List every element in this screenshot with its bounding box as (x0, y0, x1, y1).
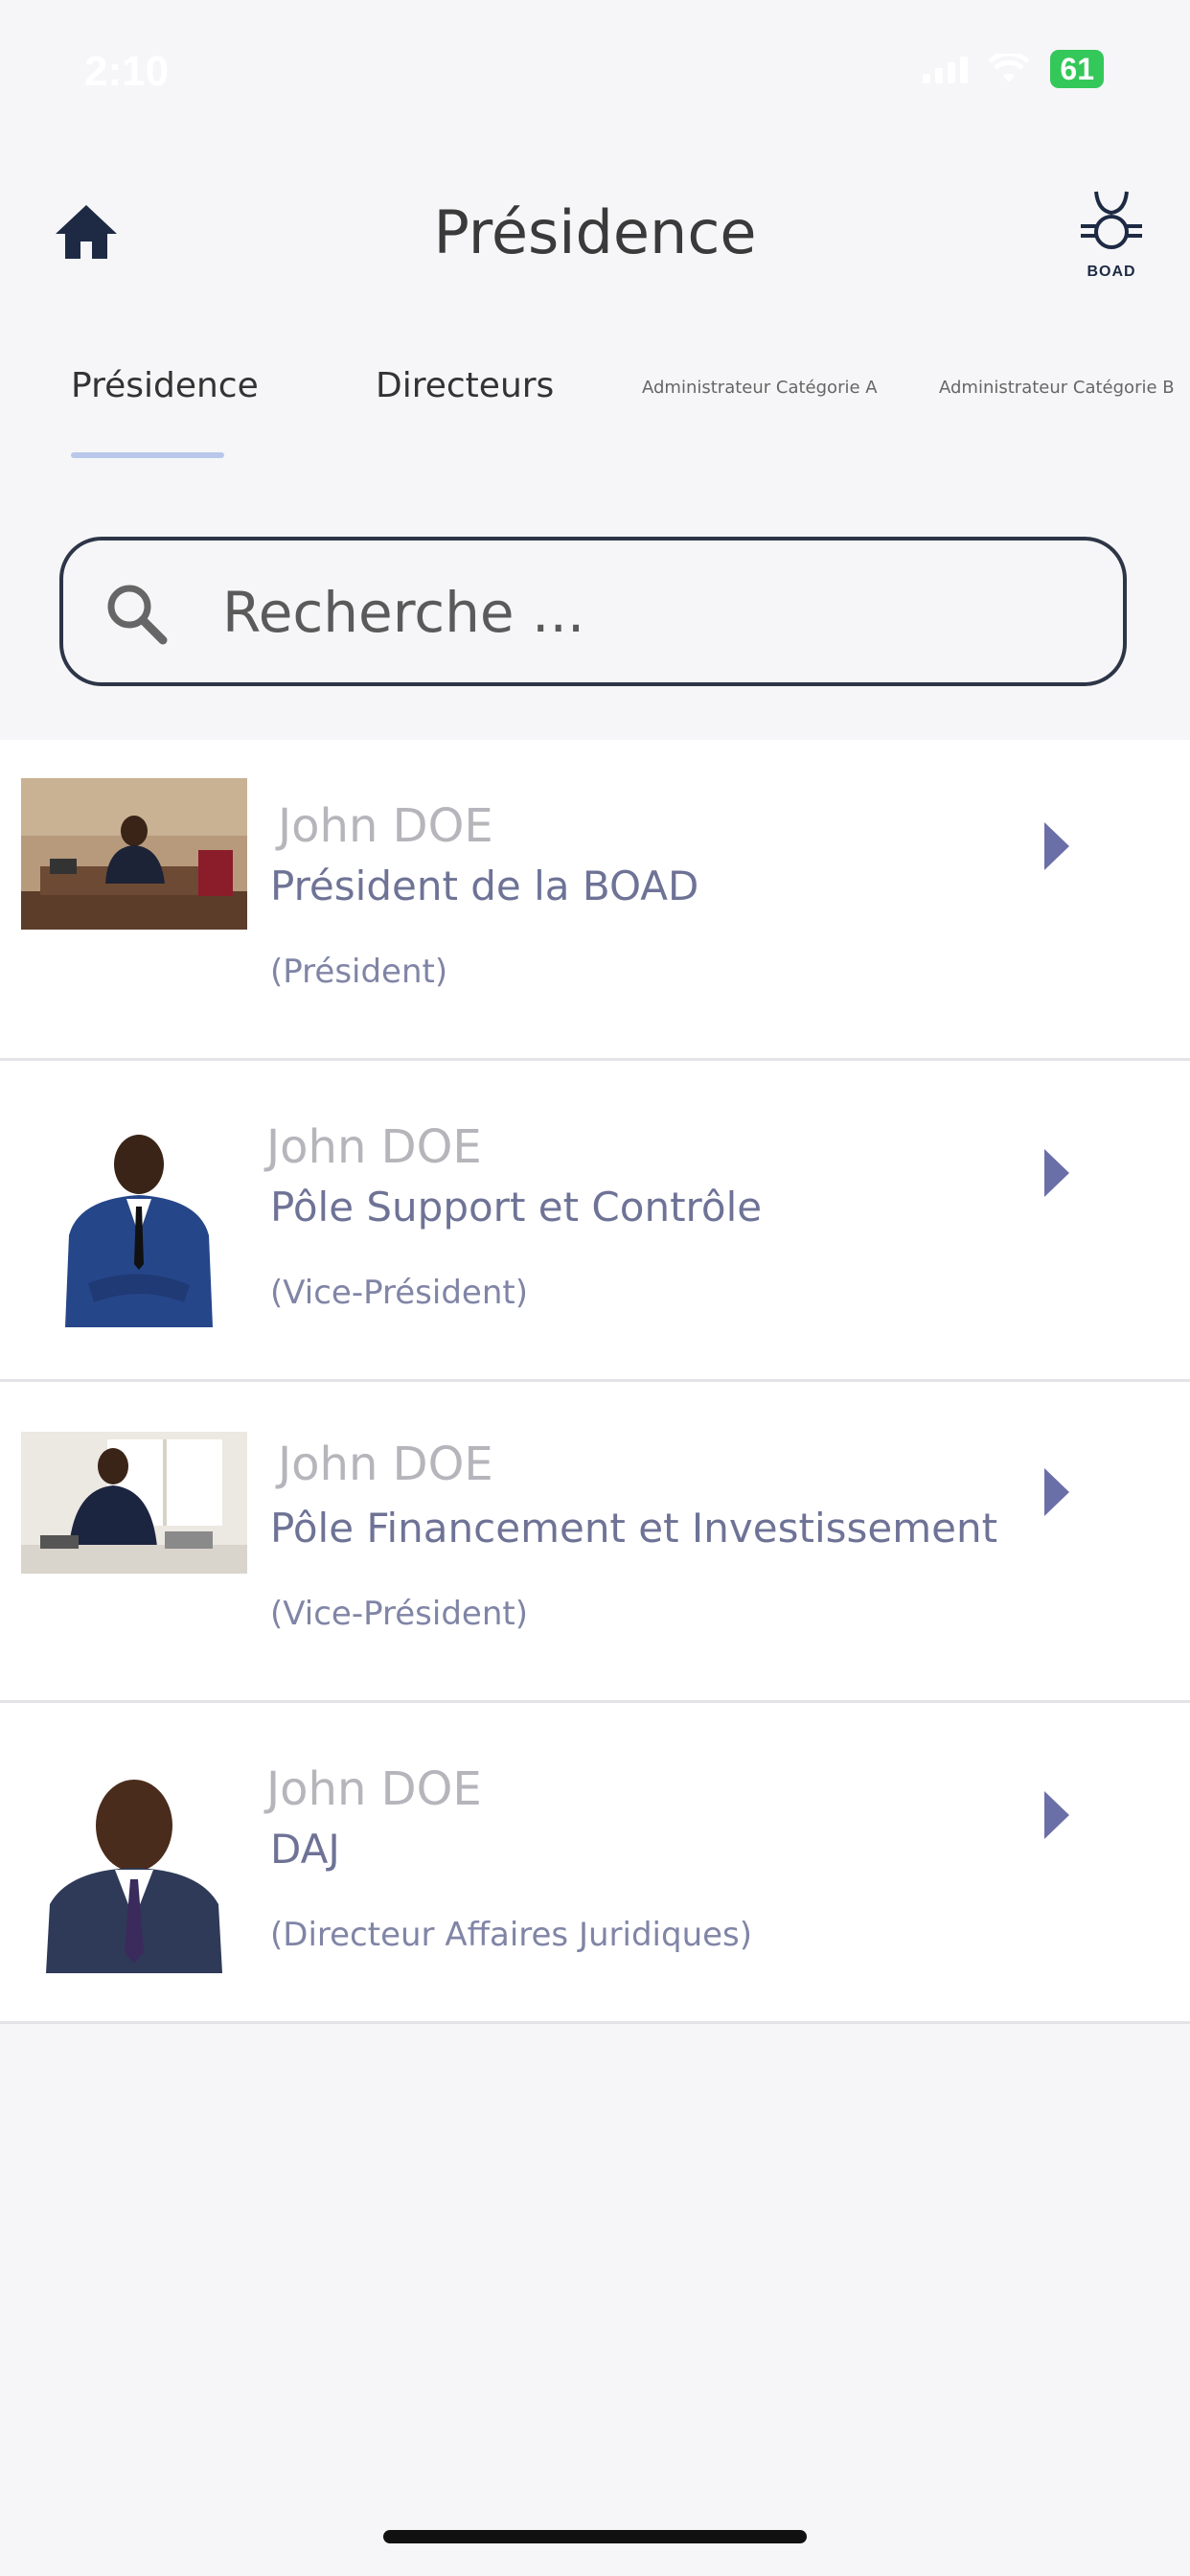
list-item[interactable]: John DOE Pôle Support et Contrôle (Vice-… (0, 1061, 1190, 1382)
header: Présidence BOAD (0, 163, 1190, 297)
active-tab-indicator (71, 452, 224, 458)
chevron-right-icon[interactable] (1042, 1147, 1071, 1199)
chevron-right-icon[interactable] (1042, 820, 1071, 872)
chevron-right-icon[interactable] (1042, 1466, 1071, 1518)
home-indicator[interactable] (383, 2530, 807, 2543)
signal-icon (923, 55, 969, 83)
person-title: (Vice-Président) (270, 1274, 528, 1312)
person-name: John DOE (278, 799, 493, 853)
boad-logo-icon (1081, 191, 1142, 249)
person-role: Pôle Financement et Investissement (270, 1505, 998, 1552)
person-photo (59, 1120, 218, 1327)
tab-bar: Présidence Directeurs Administrateur Cat… (0, 345, 1190, 470)
person-title: (Vice-Président) (270, 1595, 528, 1633)
search-bar[interactable] (59, 537, 1127, 686)
list-item[interactable]: John DOE DAJ (Directeur Affaires Juridiq… (0, 1703, 1190, 2024)
tab-administrateur-b[interactable]: Administrateur Catégorie B (939, 378, 1175, 398)
wifi-icon (989, 54, 1030, 82)
tab-presidence[interactable]: Présidence (71, 366, 259, 405)
list-item[interactable]: John DOE Pôle Financement et Investissem… (0, 1382, 1190, 1703)
chevron-right-icon[interactable] (1042, 1789, 1071, 1841)
person-role: Pôle Support et Contrôle (270, 1184, 763, 1230)
person-name: John DOE (266, 1762, 482, 1816)
search-icon (107, 585, 168, 645)
search-input[interactable] (220, 567, 1067, 657)
person-title: (Directeur Affaires Juridiques) (270, 1916, 753, 1954)
person-name: John DOE (266, 1120, 482, 1174)
battery-indicator: 61 (1050, 50, 1104, 88)
boad-logo: BOAD (1071, 190, 1152, 284)
person-photo (21, 1432, 247, 1574)
person-photo (21, 778, 247, 930)
list-item[interactable]: John DOE Président de la BOAD (Président… (0, 740, 1190, 1061)
person-name: John DOE (278, 1438, 493, 1491)
person-role: Président de la BOAD (270, 862, 699, 909)
person-photo (46, 1751, 222, 1973)
tab-administrateur-a[interactable]: Administrateur Catégorie A (642, 378, 878, 398)
status-indicators: 61 (923, 50, 1104, 88)
status-time: 2:10 (84, 48, 170, 95)
person-title: (Président) (270, 953, 448, 991)
person-role: DAJ (270, 1826, 340, 1873)
tab-directeurs[interactable]: Directeurs (376, 366, 554, 405)
page-title: Présidence (433, 197, 757, 267)
people-list: John DOE Président de la BOAD (Président… (0, 740, 1190, 2024)
status-bar: 2:10 61 (0, 0, 1190, 144)
boad-logo-text: BOAD (1087, 264, 1136, 280)
